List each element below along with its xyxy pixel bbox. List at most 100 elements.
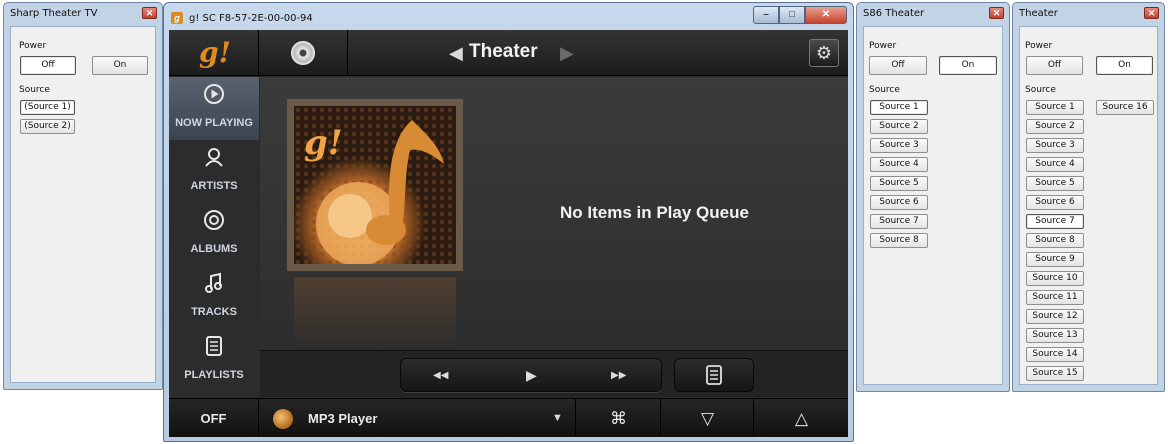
play-queue-button[interactable] — [674, 358, 754, 392]
mute-button[interactable]: ⌘ — [577, 399, 661, 437]
close-button[interactable]: ✕ — [805, 6, 847, 24]
power-off-button[interactable]: Off — [1026, 56, 1083, 75]
source-8-button[interactable]: Source 8 — [870, 233, 928, 248]
power-on-button[interactable]: On — [939, 56, 997, 75]
titlebar: S86 Theater ✕ — [857, 3, 1009, 25]
s86-theater-window: S86 Theater ✕ Power Off On Source Source… — [856, 2, 1010, 392]
source-14-button[interactable]: Source 14 — [1026, 347, 1084, 362]
source-3-button[interactable]: Source 3 — [870, 138, 928, 153]
close-button[interactable]: ✕ — [989, 7, 1004, 19]
volume-down-button[interactable]: ▽ — [662, 399, 754, 437]
transport-controls: ◀◀ ▶ ▶▶ — [400, 358, 662, 392]
volume-up-button[interactable]: △ — [755, 399, 848, 437]
nav-artists[interactable]: ARTISTS — [169, 140, 259, 203]
queue-list-icon — [706, 365, 722, 385]
zone-power-button[interactable]: OFF — [169, 399, 259, 437]
power-label: Power — [869, 41, 897, 51]
now-playing-panel: g! No Items in Play Queue — [260, 77, 848, 349]
power-off-button[interactable]: Off — [20, 56, 76, 75]
source-label: Source — [1025, 85, 1056, 95]
nav-albums[interactable]: ALBUMS — [169, 203, 259, 266]
source-6-button[interactable]: Source 6 — [870, 195, 928, 210]
g-sc-app-window: g g! SC F8-57-2E-00-00-94 – □ ✕ g! ◀ The… — [163, 2, 854, 442]
power-on-button[interactable]: On — [92, 56, 148, 75]
play-icon[interactable]: ▶ — [526, 367, 537, 384]
app-canvas: g! ◀ Theater ▶ ⚙ NOW PLAYING ARTISTS ALB… — [169, 30, 848, 437]
source-4-button[interactable]: Source 4 — [870, 157, 928, 172]
close-button[interactable]: ✕ — [142, 7, 157, 19]
theater-window: Theater ✕ Power Off On Source Source 1 S… — [1012, 2, 1165, 392]
album-art-image: g! — [294, 106, 456, 264]
source-2-button[interactable]: (Source 2) — [20, 119, 75, 134]
home-logo-button[interactable]: g! — [169, 30, 259, 76]
titlebar: Theater ✕ — [1013, 3, 1164, 25]
source-9-button[interactable]: Source 9 — [1026, 252, 1084, 267]
bottom-bar: OFF MP3 Player ▼ ⌘ ▽ △ — [169, 398, 848, 437]
playlist-icon — [169, 335, 259, 363]
source-15-button[interactable]: Source 15 — [1026, 366, 1084, 381]
maximize-button[interactable]: □ — [779, 6, 805, 24]
power-label: Power — [1025, 41, 1053, 51]
minimize-button[interactable]: – — [753, 6, 779, 24]
source-1-button[interactable]: Source 1 — [1026, 100, 1084, 115]
disc-icon — [291, 41, 315, 65]
dialog-client-area: Power Off On Source Source 1 Source 2 So… — [863, 26, 1003, 385]
artist-icon — [169, 146, 259, 174]
power-on-button[interactable]: On — [1096, 56, 1153, 75]
source-4-button[interactable]: Source 4 — [1026, 157, 1084, 172]
previous-track-icon[interactable]: ◀◀ — [433, 370, 448, 381]
source-7-button[interactable]: Source 7 — [870, 214, 928, 229]
source-7-button[interactable]: Source 7 — [1026, 214, 1084, 229]
previous-zone-arrow-icon[interactable]: ◀ — [449, 42, 463, 64]
next-track-icon[interactable]: ▶▶ — [611, 370, 626, 381]
mp3-player-icon — [273, 409, 293, 429]
empty-queue-message: No Items in Play Queue — [560, 203, 749, 222]
app-icon: g — [171, 12, 183, 24]
source-10-button[interactable]: Source 10 — [1026, 271, 1084, 286]
titlebar: Sharp Theater TV ✕ — [4, 3, 162, 25]
source-16-button[interactable]: Source 16 — [1096, 100, 1154, 115]
volume-down-icon: ▽ — [700, 409, 715, 428]
g-logo: g! — [199, 36, 231, 69]
source-5-button[interactable]: Source 5 — [870, 176, 928, 191]
zone-title: Theater — [469, 41, 538, 62]
source-1-button[interactable]: (Source 1) — [20, 100, 75, 115]
source-2-button[interactable]: Source 2 — [1026, 119, 1084, 134]
nav-label: ALBUMS — [190, 243, 238, 255]
settings-button[interactable]: ⚙ — [809, 39, 839, 67]
top-bar: g! ◀ Theater ▶ ⚙ — [169, 30, 848, 76]
sidebar-nav: NOW PLAYING ARTISTS ALBUMS TRACKS PLAYLI… — [169, 77, 259, 397]
nav-label: TRACKS — [191, 306, 237, 318]
source-label: Source — [869, 85, 900, 95]
source-11-button[interactable]: Source 11 — [1026, 290, 1084, 305]
nav-tracks[interactable]: TRACKS — [169, 266, 259, 329]
source-13-button[interactable]: Source 13 — [1026, 328, 1084, 343]
window-title: g! SC F8-57-2E-00-00-94 — [189, 13, 313, 24]
nav-label: PLAYLISTS — [184, 369, 244, 381]
window-title: Theater — [1019, 8, 1058, 19]
source-1-button[interactable]: Source 1 — [870, 100, 928, 115]
gear-icon: ⚙ — [815, 43, 833, 63]
media-source-button[interactable] — [260, 30, 348, 76]
source-12-button[interactable]: Source 12 — [1026, 309, 1084, 324]
dropdown-arrow-icon: ▼ — [552, 412, 563, 424]
source-6-button[interactable]: Source 6 — [1026, 195, 1084, 210]
close-button[interactable]: ✕ — [1144, 7, 1159, 19]
source-3-button[interactable]: Source 3 — [1026, 138, 1084, 153]
next-zone-arrow-icon[interactable]: ▶ — [560, 42, 574, 64]
nav-now-playing[interactable]: NOW PLAYING — [169, 77, 259, 140]
album-art: g! — [287, 99, 463, 271]
dialog-client-area: Power Off On Source Source 1 Source 2 So… — [1019, 26, 1158, 385]
window-title: S86 Theater — [863, 8, 925, 19]
source-8-button[interactable]: Source 8 — [1026, 233, 1084, 248]
source-name: MP3 Player — [308, 411, 378, 426]
sharp-theater-tv-window: Sharp Theater TV ✕ Power Off On Source (… — [3, 2, 163, 390]
source-2-button[interactable]: Source 2 — [870, 119, 928, 134]
power-off-button[interactable]: Off — [869, 56, 927, 75]
source-selector[interactable]: MP3 Player ▼ — [260, 399, 576, 437]
transport-area: ◀◀ ▶ ▶▶ — [260, 350, 848, 397]
nav-playlists[interactable]: PLAYLISTS — [169, 329, 259, 392]
album-art-reflection — [294, 277, 456, 347]
nav-label: ARTISTS — [190, 180, 238, 192]
source-5-button[interactable]: Source 5 — [1026, 176, 1084, 191]
